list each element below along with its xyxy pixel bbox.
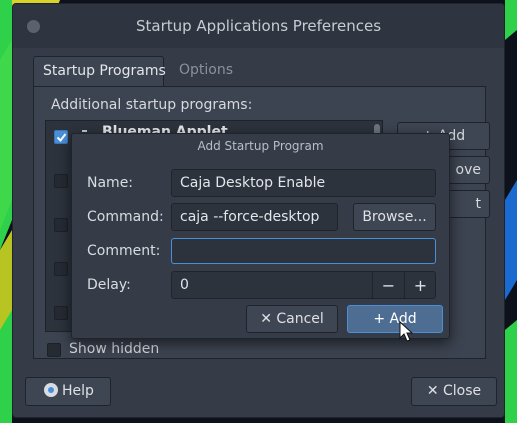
name-field[interactable]: Caja Desktop Enable [171,169,436,197]
decrement-button[interactable]: − [372,272,404,298]
program-enabled-checkbox[interactable] [54,218,68,232]
checkmark-icon [56,133,67,143]
section-label: Additional startup programs: [51,97,253,113]
cancel-button[interactable]: ✕ Cancel [246,305,338,333]
help-button[interactable]: Help [25,377,111,406]
command-field[interactable]: caja --force-desktop [171,203,338,231]
title-bar[interactable]: Startup Applications Preferences [13,4,504,48]
comment-label: Comment: [87,243,161,259]
add-startup-program-dialog: Add Startup Program Name: Caja Desktop E… [71,133,450,339]
name-label: Name: [87,175,134,191]
increment-button[interactable]: + [404,272,435,298]
command-label: Command: [87,209,164,225]
delay-spinner[interactable]: 0 − + [171,271,436,299]
help-label: Help [62,383,94,399]
program-enabled-checkbox[interactable] [54,306,68,320]
program-enabled-checkbox[interactable] [54,174,68,188]
show-hidden-label: Show hidden [69,341,160,357]
browse-button[interactable]: Browse... [353,203,436,231]
dialog-title: Add Startup Program [197,139,324,153]
help-icon [44,383,58,397]
delay-value: 0 [180,277,189,293]
close-button[interactable]: ✕ Close [411,377,497,406]
program-enabled-checkbox[interactable] [54,130,68,144]
window-title: Startup Applications Preferences [135,17,382,35]
tab-options[interactable]: Options [170,56,242,87]
program-enabled-checkbox[interactable] [54,262,68,276]
delay-label: Delay: [87,277,131,293]
program-icon [82,130,87,132]
add-button[interactable]: + Add [347,305,443,333]
show-hidden-checkbox[interactable] [47,343,61,357]
tab-startup-programs[interactable]: Startup Programs [33,56,166,87]
mouse-pointer-icon [399,321,413,342]
comment-field[interactable] [171,238,436,264]
